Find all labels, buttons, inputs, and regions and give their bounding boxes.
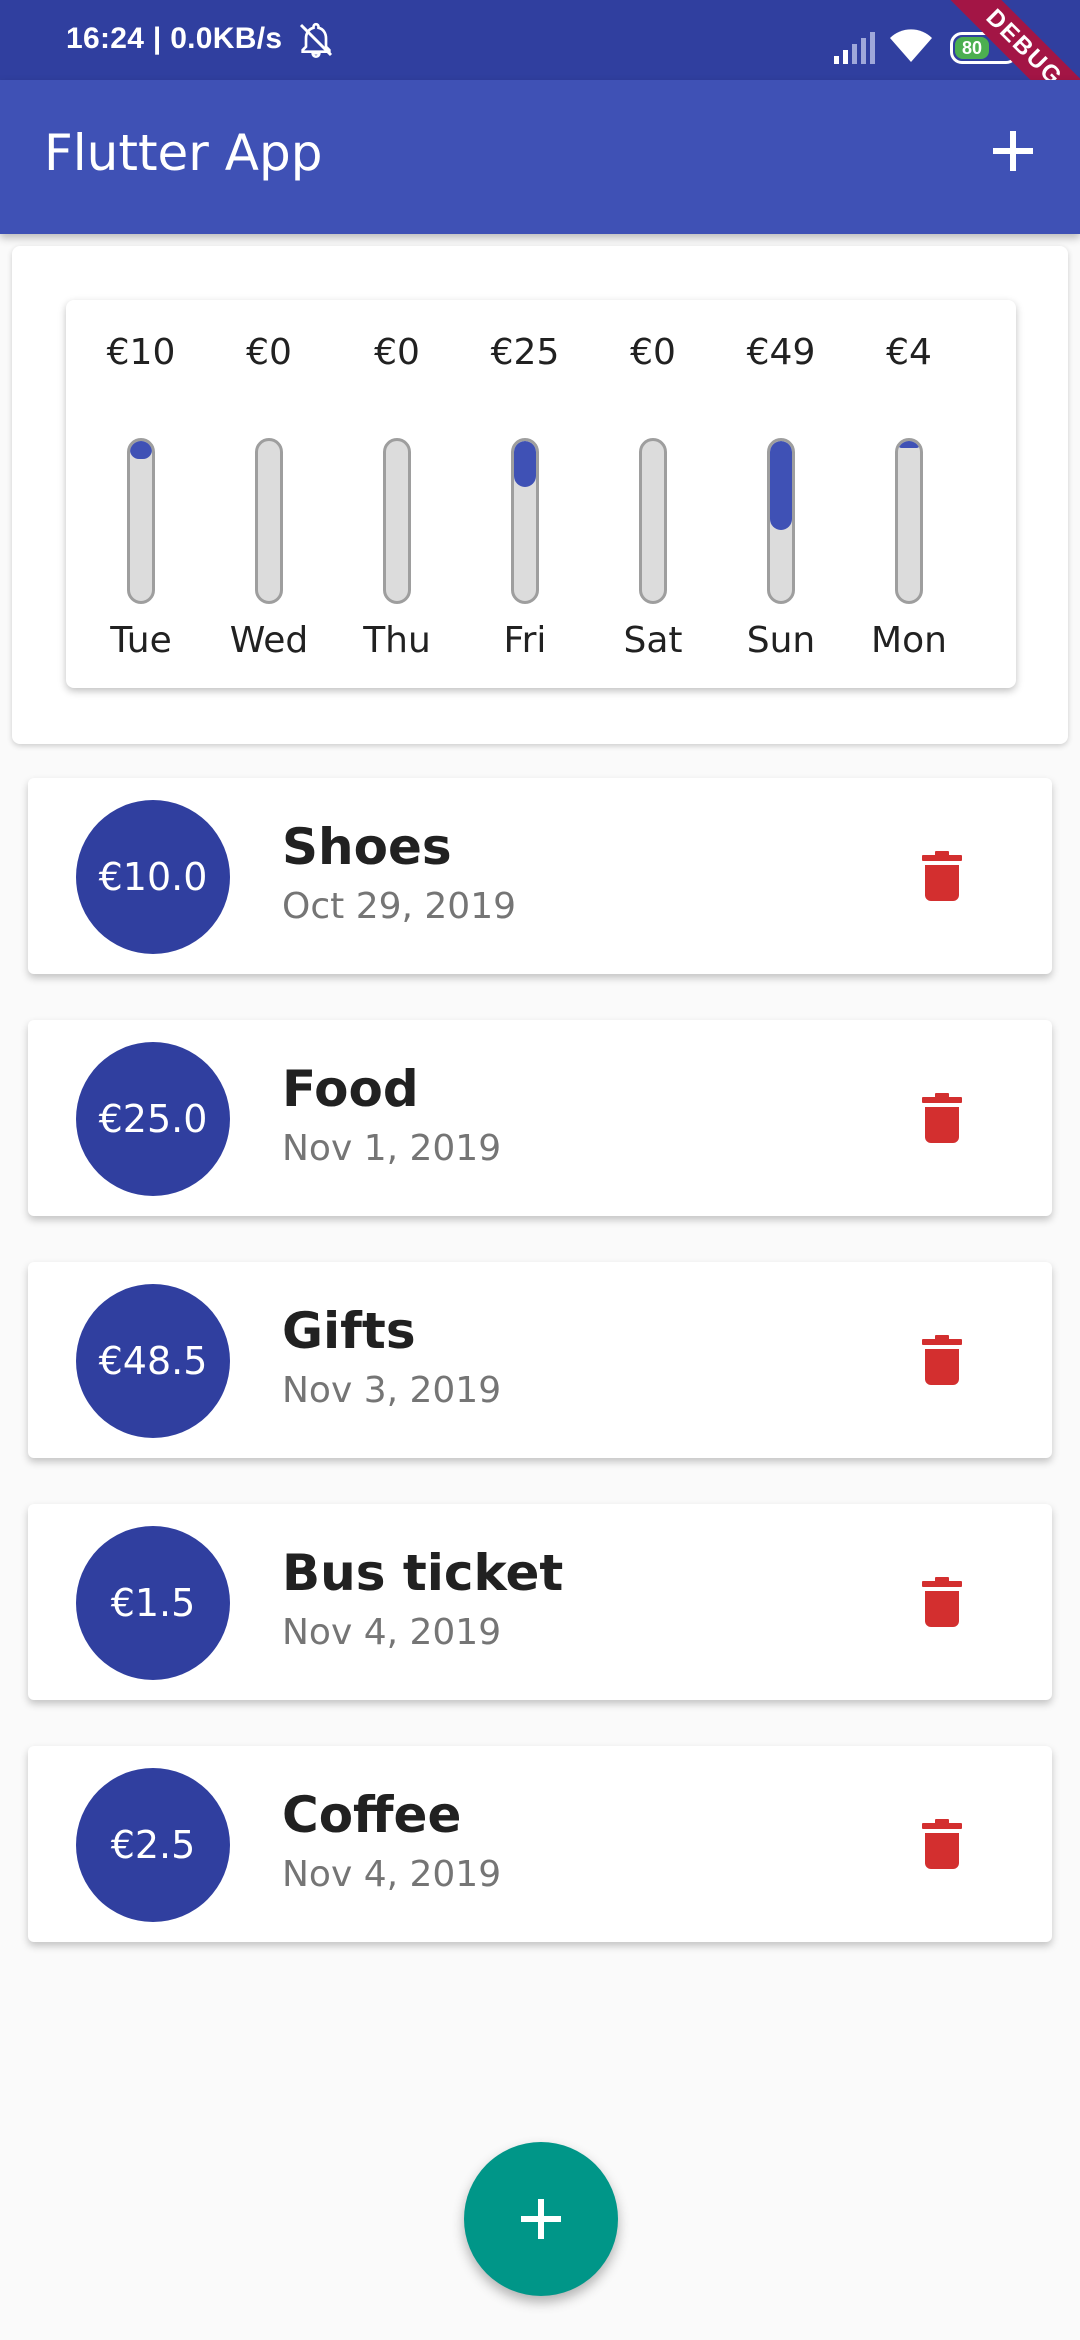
chart-bar-sat: €0 Sat: [589, 300, 717, 688]
wifi-icon: [890, 29, 932, 62]
bar-track: [255, 438, 283, 604]
bar-fill: [770, 441, 792, 530]
bar-track: [127, 438, 155, 604]
transaction-title: Shoes: [282, 818, 452, 876]
transaction-card: €2.5 Coffee Nov 4, 2019: [28, 1746, 1052, 1942]
plus-icon: [993, 131, 1033, 171]
amount-avatar: €2.5: [76, 1768, 230, 1922]
trash-icon: [922, 1577, 962, 1627]
transaction-card: €25.0 Food Nov 1, 2019: [28, 1020, 1052, 1216]
amount-label: €2.5: [110, 1823, 196, 1867]
delete-button[interactable]: [914, 1574, 970, 1630]
bar-amount-label: €0: [246, 332, 292, 373]
transaction-title: Bus ticket: [282, 1544, 564, 1602]
delete-button[interactable]: [914, 848, 970, 904]
chart-bar-tue: €10 Tue: [77, 300, 205, 688]
chart-bar-sun: €49 Sun: [717, 300, 845, 688]
bar-fill: [898, 441, 920, 449]
bar-fill: [514, 441, 536, 487]
delete-button[interactable]: [914, 1816, 970, 1872]
add-transaction-button[interactable]: [978, 116, 1048, 186]
transaction-date: Oct 29, 2019: [282, 886, 516, 927]
trash-icon: [922, 1335, 962, 1385]
bar-day-label: Sun: [746, 620, 816, 661]
bar-amount-label: €4: [886, 332, 932, 373]
page-title: Flutter App: [44, 124, 323, 182]
transaction-title: Gifts: [282, 1302, 416, 1360]
bar-day-label: Wed: [229, 620, 309, 661]
chart-bar-mon: €4 Mon: [845, 300, 973, 688]
plus-icon: [521, 2199, 561, 2239]
trash-icon: [922, 851, 962, 901]
bar-day-label: Tue: [110, 620, 172, 661]
amount-avatar: €1.5: [76, 1526, 230, 1680]
delete-button[interactable]: [914, 1332, 970, 1388]
chart-bar-fri: €25 Fri: [461, 300, 589, 688]
bar-amount-label: €10: [106, 332, 176, 373]
trash-icon: [922, 1819, 962, 1869]
transaction-card: €10.0 Shoes Oct 29, 2019: [28, 778, 1052, 974]
transaction-date: Nov 3, 2019: [282, 1370, 502, 1411]
bar-track: [639, 438, 667, 604]
transaction-date: Nov 4, 2019: [282, 1854, 502, 1895]
amount-label: €25.0: [98, 1097, 208, 1141]
bar-track: [511, 438, 539, 604]
bell-off-icon: [299, 22, 333, 59]
amount-avatar: €25.0: [76, 1042, 230, 1196]
chart-bar-thu: €0 Thu: [333, 300, 461, 688]
bar-day-label: Sat: [623, 620, 683, 661]
amount-label: €10.0: [98, 855, 208, 899]
bar-amount-label: €25: [490, 332, 560, 373]
status-time-speed: 16:24 | 0.0KB/s: [66, 22, 283, 55]
amount-label: €1.5: [110, 1581, 196, 1625]
transaction-title: Coffee: [282, 1786, 462, 1844]
bar-day-label: Thu: [363, 620, 431, 661]
status-bar: 16:24 | 0.0KB/s 80 DEBUG: [0, 0, 1080, 139]
bar-track: [383, 438, 411, 604]
bar-track: [767, 438, 795, 604]
bar-amount-label: €49: [746, 332, 816, 373]
amount-label: €48.5: [98, 1339, 208, 1383]
amount-avatar: €10.0: [76, 800, 230, 954]
bar-track: [895, 438, 923, 604]
bar-day-label: Mon: [871, 620, 947, 661]
bar-amount-label: €0: [374, 332, 420, 373]
chart-bar-wed: €0 Wed: [205, 300, 333, 688]
bar-fill: [130, 441, 152, 460]
chart-card: €10 Tue €0 Wed €0 Thu €25 Fri €0 Sat €49 Sun €4 Mon: [12, 246, 1068, 744]
weekly-chart: €10 Tue €0 Wed €0 Thu €25 Fri €0 Sat €49 Sun €4 Mon: [66, 300, 1016, 688]
trash-icon: [922, 1093, 962, 1143]
app-bar: Flutter App: [0, 80, 1080, 234]
bar-amount-label: €0: [630, 332, 676, 373]
add-transaction-fab[interactable]: [464, 2142, 618, 2296]
bar-day-label: Fri: [503, 620, 547, 661]
amount-avatar: €48.5: [76, 1284, 230, 1438]
transaction-title: Food: [282, 1060, 419, 1118]
transaction-card: €48.5 Gifts Nov 3, 2019: [28, 1262, 1052, 1458]
transaction-date: Nov 1, 2019: [282, 1128, 502, 1169]
delete-button[interactable]: [914, 1090, 970, 1146]
signal-icon: [834, 32, 875, 64]
transaction-date: Nov 4, 2019: [282, 1612, 502, 1653]
transaction-card: €1.5 Bus ticket Nov 4, 2019: [28, 1504, 1052, 1700]
